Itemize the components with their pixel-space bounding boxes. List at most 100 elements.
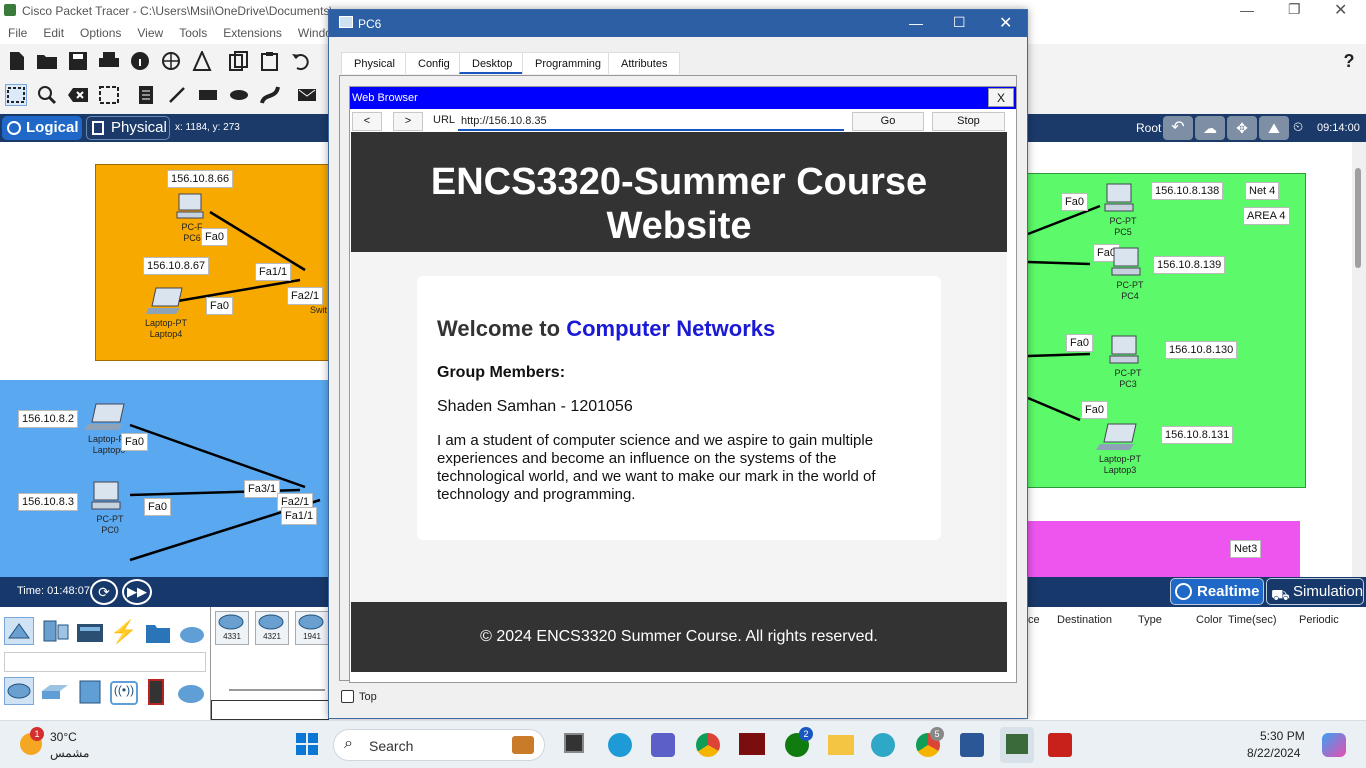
app-icon-red[interactable] (739, 733, 765, 755)
resize-icon[interactable] (98, 84, 120, 106)
background-image-icon[interactable]: ⛰ (1259, 116, 1289, 140)
back-button[interactable]: < (352, 112, 382, 131)
task-view-icon[interactable] (564, 733, 584, 753)
subcat-security[interactable] (148, 679, 164, 705)
activity-wizard-icon[interactable] (191, 50, 213, 72)
browser-close-button[interactable]: X (988, 88, 1014, 107)
file-explorer-icon[interactable] (828, 735, 854, 755)
info-icon[interactable] (129, 50, 151, 72)
edge-icon[interactable] (608, 733, 632, 757)
pc-device[interactable]: PC-PT PC5 (1103, 182, 1143, 238)
freeform-icon[interactable] (259, 84, 281, 106)
fast-forward-icon[interactable]: ▶▶ (122, 579, 152, 605)
help-icon[interactable]: ? (1338, 50, 1360, 72)
word-icon[interactable] (960, 733, 984, 757)
draw-line-icon[interactable] (166, 84, 188, 106)
tab-desktop[interactable]: Desktop (459, 52, 526, 74)
device-search-field[interactable] (4, 652, 206, 672)
pdu-icon[interactable] (296, 84, 318, 106)
forward-button[interactable]: > (393, 112, 423, 131)
simulation-button[interactable]: ⛟ Simulation (1266, 578, 1364, 605)
maximize-icon[interactable]: ☐ (953, 14, 966, 31)
close-icon[interactable]: ✕ (1334, 0, 1347, 20)
rectangle-icon[interactable] (197, 84, 219, 106)
device-scrollbar[interactable] (229, 689, 325, 691)
tab-programming[interactable]: Programming (522, 52, 615, 74)
save-icon[interactable] (67, 50, 89, 72)
logical-tab[interactable]: Logical (2, 116, 82, 140)
category-connections[interactable]: ⚡ (110, 619, 138, 645)
vertical-scrollbar[interactable] (1352, 142, 1366, 577)
maximize-icon[interactable]: ❐ (1288, 1, 1301, 18)
inspect-icon[interactable] (36, 84, 58, 106)
tab-physical[interactable]: Physical (341, 52, 408, 74)
menu-edit[interactable]: Edit (43, 26, 64, 40)
subcat-wireless[interactable]: ((•)) (110, 681, 138, 705)
chrome-icon[interactable] (696, 733, 720, 757)
menu-options[interactable]: Options (80, 26, 121, 40)
router-4331[interactable]: 4331 (215, 611, 249, 645)
category-end-devices[interactable] (42, 619, 70, 645)
select-tool-icon[interactable] (5, 84, 27, 106)
stop-button[interactable]: Stop (932, 112, 1005, 131)
copilot-icon[interactable] (1322, 733, 1346, 757)
open-folder-icon[interactable] (36, 50, 58, 72)
move-icon[interactable]: ✥ (1227, 116, 1257, 140)
subcat-hubs[interactable] (76, 679, 104, 705)
url-input[interactable]: http://156.10.8.35 (458, 112, 844, 131)
back-icon[interactable]: ↶ (1163, 116, 1193, 140)
subcat-routers[interactable] (4, 677, 34, 705)
menu-file[interactable]: File (8, 26, 27, 40)
menu-tools[interactable]: Tools (179, 26, 207, 40)
start-icon[interactable] (296, 733, 318, 755)
pc-device[interactable]: PC-PT PC4 (1110, 246, 1150, 302)
router-4321[interactable]: 4321 (255, 611, 289, 645)
pc-device[interactable]: PC-PT PC3 (1108, 334, 1148, 390)
teams-icon[interactable] (651, 733, 675, 757)
laptop-device[interactable]: Laptop-PT Laptop4 (138, 284, 194, 340)
go-button[interactable]: Go (852, 112, 924, 131)
acrobat-icon[interactable] (1048, 733, 1072, 757)
laptop-device[interactable]: Laptop-PT Laptop3 (1094, 420, 1146, 476)
reset-time-icon[interactable]: ⟳ (90, 579, 118, 605)
physical-tab[interactable]: Physical (86, 116, 170, 140)
packet-tracer-icon[interactable] (1000, 727, 1034, 763)
search-box[interactable]: ⌕ Search (333, 729, 545, 761)
realtime-button[interactable]: Realtime (1170, 578, 1264, 605)
close-icon[interactable]: ✕ (999, 13, 1012, 33)
tab-attributes[interactable]: Attributes (608, 52, 681, 74)
copy-icon[interactable] (228, 50, 250, 72)
minimize-icon[interactable]: — (1240, 2, 1254, 18)
menu-extensions[interactable]: Extensions (223, 26, 282, 40)
delete-icon[interactable] (67, 84, 89, 106)
note-icon[interactable] (135, 84, 157, 106)
chrome-badge: 5 (930, 727, 944, 741)
paste-icon[interactable] (259, 50, 281, 72)
ellipse-icon[interactable] (228, 84, 250, 106)
subcat-switches[interactable] (40, 681, 70, 705)
undo-icon[interactable] (290, 50, 312, 72)
print-icon[interactable] (98, 50, 120, 72)
category-misc[interactable] (144, 621, 172, 645)
menu-view[interactable]: View (137, 26, 163, 40)
tab-config[interactable]: Config (405, 52, 463, 74)
browser-titlebar: Web Browser X (350, 87, 1016, 109)
category-multiuser[interactable] (178, 621, 206, 645)
area-label: Net 4 (1245, 182, 1280, 200)
pc-icon (339, 16, 353, 28)
event-list-header: ce Destination Type Color Time(sec) Peri… (1028, 612, 1366, 632)
subcat-wan-emulation[interactable] (176, 681, 206, 705)
cluster-icon[interactable]: ☁ (1195, 116, 1225, 140)
pc-device[interactable]: PC-PT PC0 (90, 480, 130, 536)
top-checkbox[interactable] (341, 690, 354, 703)
minimize-icon[interactable]: — (909, 15, 923, 31)
router-1941[interactable]: 1941 (295, 611, 329, 645)
weather-widget[interactable]: 1 30°C مشمس (16, 727, 136, 763)
root-label[interactable]: Root (1136, 121, 1161, 135)
category-network-devices[interactable] (4, 617, 34, 645)
ip-label: 156.10.8.130 (1165, 341, 1238, 359)
edge-beta-icon[interactable] (871, 733, 895, 757)
new-file-icon[interactable] (6, 50, 28, 72)
network-info-icon[interactable] (160, 50, 182, 72)
category-components[interactable] (76, 621, 104, 645)
